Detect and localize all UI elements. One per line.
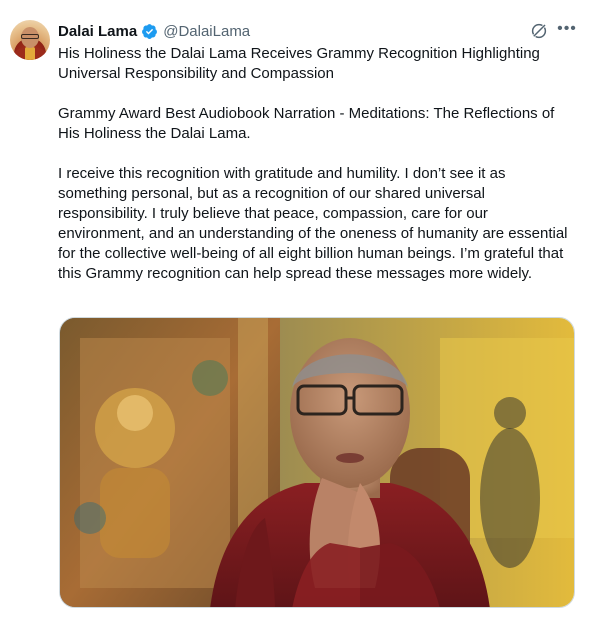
tweet-card[interactable]: Dalai Lama @DalaiLama ••• His Holiness t… [0,0,589,619]
avatar-robe-inner [25,47,35,60]
avatar-glasses [21,34,39,39]
more-dots-icon[interactable]: ••• [557,20,577,40]
verified-badge-icon [142,23,158,39]
tweet-header: Dalai Lama @DalaiLama [58,21,250,41]
author-display-name[interactable]: Dalai Lama [58,23,137,40]
tweet-photo[interactable] [59,317,575,608]
author-handle[interactable]: @DalaiLama [163,23,250,40]
tweet-paragraph-headline: His Holiness the Dalai Lama Receives Gra… [58,45,540,82]
grok-icon[interactable] [530,22,548,40]
tweet-paragraph-award: Grammy Award Best Audiobook Narration - … [58,105,555,142]
photo-illustration [60,318,574,607]
tweet-paragraph-statement: I receive this recognition with gratitud… [58,165,568,282]
author-avatar[interactable] [10,20,50,60]
